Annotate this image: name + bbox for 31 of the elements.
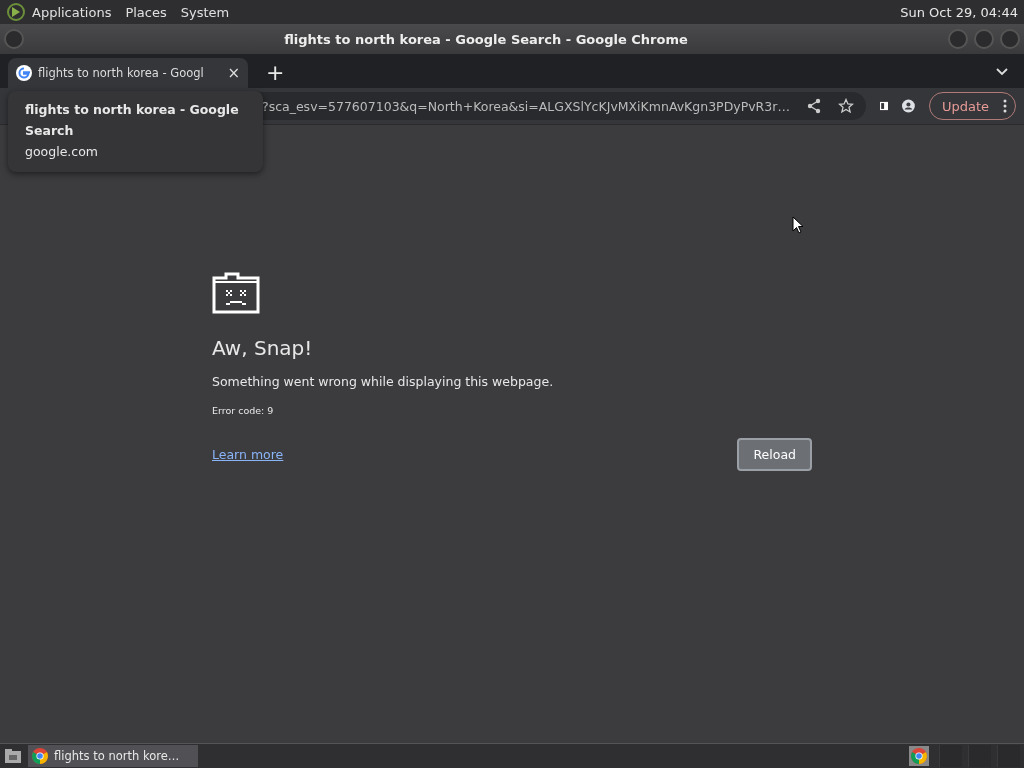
minimize-button[interactable] bbox=[948, 29, 968, 49]
chevron-down-icon[interactable] bbox=[996, 68, 1008, 76]
star-icon[interactable] bbox=[837, 98, 854, 114]
share-icon[interactable] bbox=[805, 98, 822, 114]
learn-more-link[interactable]: Learn more bbox=[212, 447, 284, 462]
browser-tab[interactable]: flights to north korea - Googl × bbox=[8, 58, 248, 88]
sad-folder-icon bbox=[212, 272, 260, 314]
taskbar-item[interactable]: flights to north kore… bbox=[28, 745, 198, 767]
side-panel-icon[interactable] bbox=[879, 99, 889, 113]
panel-menu[interactable]: Applications bbox=[32, 4, 112, 20]
new-tab-button[interactable]: + bbox=[266, 62, 285, 84]
error-message: Something went wrong while displaying this webpage. bbox=[212, 374, 555, 389]
more-icon[interactable] bbox=[1003, 99, 1007, 113]
google-icon bbox=[16, 65, 32, 81]
chrome-icon bbox=[32, 748, 48, 764]
show-desktop-icon[interactable] bbox=[4, 748, 22, 764]
close-button[interactable] bbox=[1000, 29, 1020, 49]
panel-menu[interactable]: Places bbox=[125, 4, 167, 20]
error-code: Error code: 9 bbox=[212, 405, 275, 416]
panel-menu[interactable]: System bbox=[180, 4, 230, 20]
tab-close-button[interactable]: × bbox=[227, 64, 240, 82]
window-title: flights to north korea - Google Search - Google Chrome bbox=[283, 31, 689, 47]
window-menu-button[interactable] bbox=[4, 29, 24, 49]
error-title: Aw, Snap! bbox=[212, 336, 314, 360]
clock: Sun Oct 29, 04:44 bbox=[900, 4, 1018, 20]
mouse-pointer-icon bbox=[792, 216, 804, 234]
reload-button[interactable]: Reload bbox=[737, 438, 812, 471]
maximize-button[interactable] bbox=[974, 29, 994, 49]
tooltip-domain: google.com bbox=[25, 143, 99, 161]
chrome-tray-icon[interactable] bbox=[909, 746, 929, 766]
distro-logo-icon bbox=[6, 2, 26, 22]
